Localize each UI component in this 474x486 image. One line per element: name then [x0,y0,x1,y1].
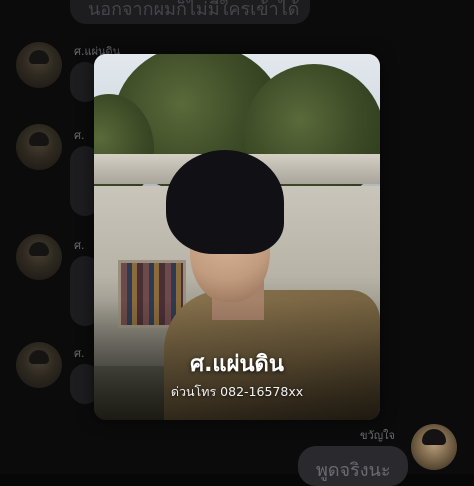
profile-phone: ด่วนโทร 082-16578xx [170,384,304,399]
sender-avatar[interactable] [16,124,62,170]
my-message-text: พูดจริงนะ [316,460,391,481]
sender-name: ศ. [74,239,85,252]
sender-avatar[interactable] [16,234,62,280]
sender-avatar[interactable] [16,342,62,388]
sender-name: ศ. [74,347,85,360]
photo-person-hair [166,150,284,254]
my-avatar[interactable] [411,424,457,470]
my-sender-name: ขวัญใจ [360,429,395,442]
profile-card[interactable]: ศ.แผ่นดิน ด่วนโทร 082-16578xx [94,54,380,420]
sender-avatar[interactable] [16,42,62,88]
sender-name: ศ. [74,129,85,142]
profile-name: ศ.แผ่นดิน [190,352,284,377]
message-text: นอกจากผมก็ไม่มีใครเข้าได้ [88,0,300,20]
